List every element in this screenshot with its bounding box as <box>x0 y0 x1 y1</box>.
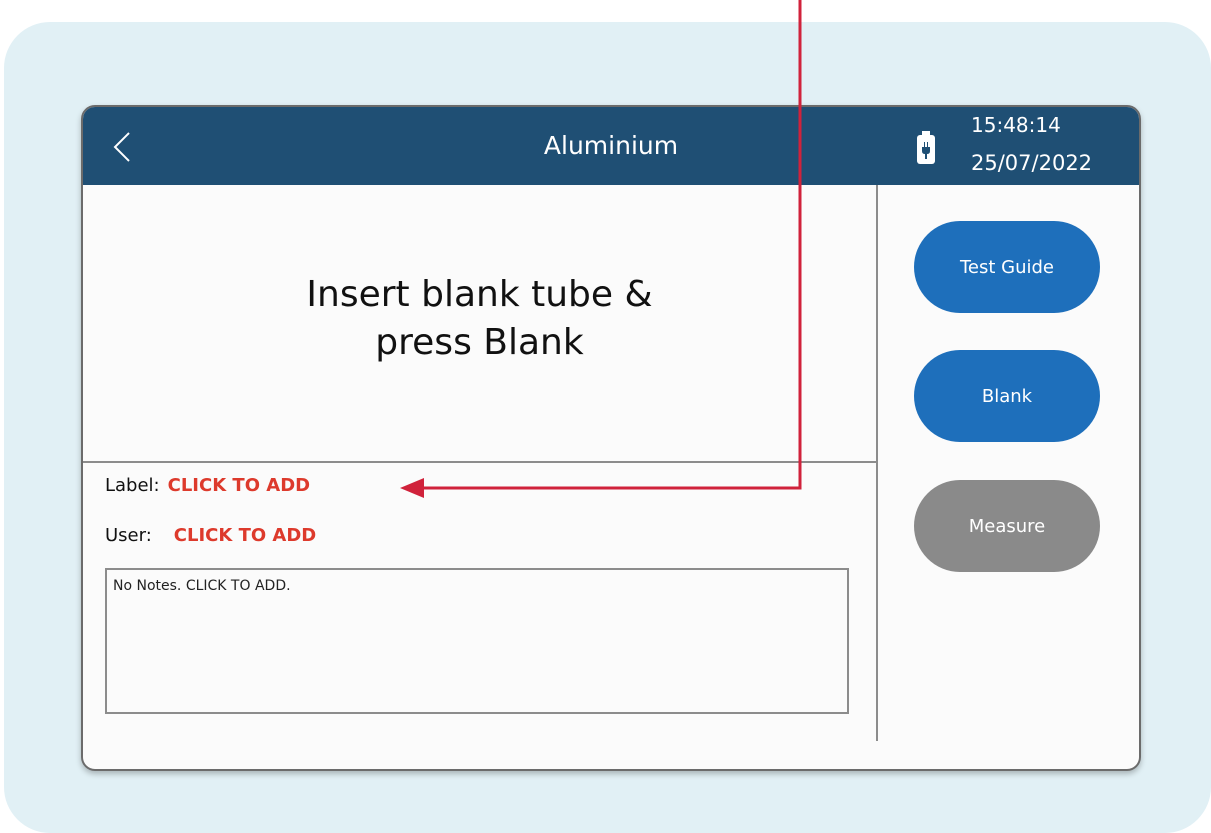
header-bar: Aluminium 15:48:14 25/07/2022 <box>83 107 1139 185</box>
instruction-text: Insert blank tube & press Blank <box>83 271 876 367</box>
notes-placeholder: No Notes. CLICK TO ADD. <box>113 578 291 594</box>
horizontal-divider <box>83 461 876 463</box>
test-guide-button[interactable]: Test Guide <box>914 221 1100 313</box>
clock-date: 25/07/2022 <box>971 151 1093 175</box>
label-click-to-add[interactable]: CLICK TO ADD <box>168 475 310 496</box>
instruction-panel: Insert blank tube & press Blank <box>83 185 876 461</box>
label-row: Label: CLICK TO ADD <box>105 475 310 496</box>
label-caption: Label: <box>105 475 160 496</box>
clock-time: 15:48:14 <box>971 113 1061 137</box>
user-row: User: CLICK TO ADD <box>105 525 316 546</box>
device-screen: Aluminium 15:48:14 25/07/2022 Insert bla… <box>81 105 1141 771</box>
instruction-line-1: Insert blank tube & <box>306 274 653 315</box>
blank-button[interactable]: Blank <box>914 350 1100 442</box>
notes-box[interactable]: No Notes. CLICK TO ADD. <box>105 568 849 714</box>
measure-button[interactable]: Measure <box>914 480 1100 572</box>
instruction-line-2: press Blank <box>375 322 584 363</box>
user-caption: User: <box>105 525 152 546</box>
vertical-divider <box>876 185 878 741</box>
battery-charging-icon <box>917 131 935 164</box>
user-click-to-add[interactable]: CLICK TO ADD <box>174 525 316 546</box>
